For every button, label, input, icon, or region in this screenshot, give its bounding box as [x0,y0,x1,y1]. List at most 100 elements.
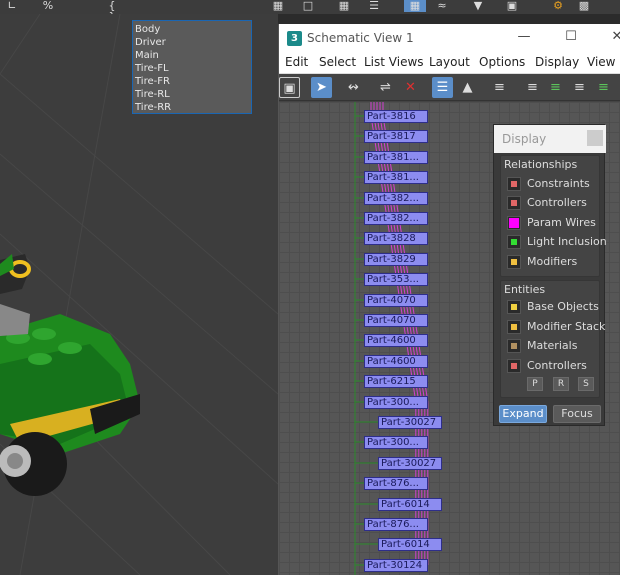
maximize-button[interactable]: ☐ [561,28,581,46]
checkbox[interactable] [507,216,521,230]
schematic-node[interactable]: Part-4600 [364,334,428,347]
menu-view[interactable]: View [587,55,615,69]
render-frame-icon[interactable]: ▩ [576,0,592,12]
menu-list-views[interactable]: List Views [364,55,424,69]
material-icon[interactable]: ≈ [434,0,450,12]
schematic-node[interactable]: Part-353... [364,273,428,286]
dropdown-item[interactable]: Tire-FR [133,75,251,88]
toggle-base-objects[interactable]: Base Objects [507,299,599,315]
checkbox[interactable] [507,235,521,249]
selection-dropdown[interactable]: Body Driver Main Tire-FL Tire-FR Tire-RL… [132,20,252,114]
dropdown-item[interactable]: Main [133,49,251,62]
main-toolbar: ∟ % { } ▦ □ ▦ ☰ ▦ ≈ ▼ ▣ ⚙ ▩ [0,0,620,14]
checkbox[interactable] [507,339,521,353]
schematic-node[interactable]: Part-4070 [364,314,428,327]
render-icon[interactable]: ▼ [470,0,486,12]
schematic-node[interactable]: Part-381... [364,151,428,164]
title-bar[interactable]: 3 Schematic View 1 — ☐ ✕ [279,24,620,52]
settings-icon[interactable]: ⚙ [550,0,566,12]
menu-select[interactable]: Select [319,55,356,69]
object-list-icon[interactable]: ▦ [270,0,286,12]
option-label: Base Objects [527,300,599,313]
dropdown-item[interactable]: Tire-RR [133,101,251,114]
schematic-node[interactable]: Part-30027 [378,457,442,470]
option-label: Modifier Stack [527,320,606,333]
rotation-toggle-button[interactable]: R [553,377,569,391]
schematic-node[interactable]: Part-6014 [378,498,442,511]
schematic-node[interactable]: Part-4070 [364,294,428,307]
schematic-node[interactable]: Part-4600 [364,355,428,368]
schematic-node[interactable]: Part-6014 [378,538,442,551]
schematic-node[interactable]: Part-3817 [364,130,428,143]
expand-button[interactable]: Expand [499,405,547,423]
select-icon[interactable]: ➤ [311,77,332,98]
hierarchy-mode-icon[interactable]: ☰ [432,77,453,98]
schematic-node[interactable]: Part-381... [364,171,428,184]
schematic-node[interactable]: Part-876... [364,518,428,531]
option-label: Materials [527,339,578,352]
toggle-param-wires[interactable]: Param Wires [507,215,599,231]
schematic-node[interactable]: Part-300... [364,436,428,449]
references-mode-icon[interactable]: ▲ [457,77,478,98]
menu-display[interactable]: Display [535,55,579,69]
align-left-icon[interactable]: ≡ [522,77,543,98]
option-label: Light Inclusion [527,235,607,248]
schematic-node[interactable]: Part-3829 [364,253,428,266]
dropdown-item[interactable]: Driver [133,36,251,49]
layer-manager-icon[interactable]: ☰ [366,0,382,12]
checkbox[interactable] [507,300,521,314]
checkbox[interactable] [507,320,521,334]
toggle-modifiers[interactable]: Modifiers [507,254,599,270]
close-icon[interactable] [587,130,603,146]
arrange-icon[interactable]: ≡ [593,77,614,98]
schematic-node[interactable]: Part-382... [364,212,428,225]
option-label: Controllers [527,196,587,209]
layer-icon[interactable]: ▦ [336,0,352,12]
minimize-button[interactable]: — [514,28,534,46]
unlink-icon[interactable]: ⇌ [375,77,396,98]
arrange-children-icon[interactable]: ≡ [569,77,590,98]
schematic-node[interactable]: Part-3828 [364,232,428,245]
dropdown-item[interactable]: Body [133,23,251,36]
filter-icon[interactable]: ≡ [489,77,510,98]
toggle-constraints[interactable]: Constraints [507,176,599,192]
schematic-node[interactable]: Part-6215 [364,375,428,388]
toggle-entity-controllers[interactable]: Controllers [507,358,599,374]
checkbox[interactable] [507,177,521,191]
schematic-icon[interactable]: ▦ [404,0,426,12]
brace-icon[interactable]: { } [104,0,120,14]
dropdown-item[interactable]: Tire-FL [133,62,251,75]
percent-snap-icon[interactable]: % [38,0,58,12]
position-toggle-button[interactable]: P [527,377,543,391]
focus-button[interactable]: Focus [553,405,601,423]
delete-icon[interactable]: ✕ [400,77,421,98]
toggle-light-inclusion[interactable]: Light Inclusion [507,234,607,250]
render-setup-icon[interactable]: ▣ [504,0,520,12]
checkbox[interactable] [507,255,521,269]
connect-icon[interactable]: ↭ [343,77,364,98]
menu-layout[interactable]: Layout [429,55,470,69]
curve-editor-icon[interactable]: □ [300,0,316,12]
schematic-node[interactable]: Part-300... [364,396,428,409]
menu-edit[interactable]: Edit [285,55,308,69]
display-floater-titlebar[interactable]: Display [494,125,606,153]
align-center-icon[interactable]: ≡ [545,77,566,98]
toggle-controllers[interactable]: Controllers [507,195,599,211]
menu-options[interactable]: Options [479,55,525,69]
toggle-materials[interactable]: Materials [507,338,599,354]
checkbox[interactable] [507,359,521,373]
scale-toggle-button[interactable]: S [578,377,594,391]
snap-icon[interactable]: ∟ [4,0,20,12]
schematic-node[interactable]: Part-30124 [364,559,428,572]
dropdown-item[interactable]: Tire-RL [133,88,251,101]
close-button[interactable]: ✕ [607,28,620,46]
schematic-node[interactable]: Part-382... [364,192,428,205]
viewport-3d[interactable]: Body Driver Main Tire-FL Tire-FR Tire-RL… [0,14,278,575]
schematic-node[interactable]: Part-3816 [364,110,428,123]
schematic-node[interactable]: Part-876... [364,477,428,490]
schematic-node[interactable]: Part-30027 [378,416,442,429]
toggle-modifier-stack[interactable]: Modifier Stack [507,319,605,335]
display-floater-icon[interactable]: ▣ [279,77,300,98]
schematic-toolbar: ▣ ➤ ↭ ⇌ ✕ ☰ ▲ ≡ ≡ ≡ ≡ ≡ [279,74,620,101]
checkbox[interactable] [507,196,521,210]
